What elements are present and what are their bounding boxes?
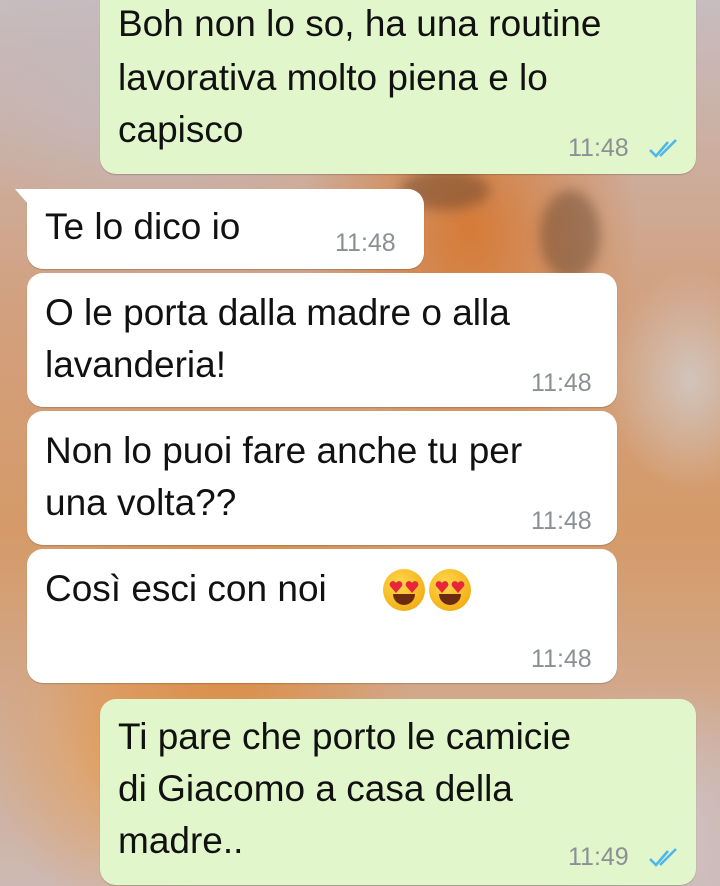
heart-eyes-emoji [429, 569, 471, 611]
message-text-line: Te lo dico io [45, 206, 241, 247]
heart-icon [435, 581, 449, 593]
heart-icon [389, 581, 403, 593]
heart-eyes-emoji [383, 569, 425, 611]
message-bubble-incoming[interactable]: O le porta dalla madre o alla lavanderia… [27, 273, 617, 407]
message-text-line: capisco [118, 109, 244, 150]
wallpaper-fox-marking [540, 190, 600, 280]
message-text-line: Così esci con noi [45, 568, 327, 609]
message-text-line: Non lo puoi fare anche tu per [45, 430, 523, 471]
message-timestamp: 11:49 [568, 843, 629, 871]
heart-icon [405, 581, 419, 593]
message-text-line: Boh non lo so, ha una routine [118, 3, 602, 44]
bubble-tail [15, 189, 29, 205]
message-bubble-outgoing[interactable]: Ti pare che porto le camicie di Giacomo … [100, 699, 696, 885]
message-text-line: lavorativa molto piena e lo [118, 57, 548, 98]
double-check-icon [649, 139, 677, 158]
message-text-line: una volta?? [45, 482, 237, 523]
emoji-mouth [439, 594, 461, 605]
double-check-icon [649, 848, 677, 867]
message-text-line: madre.. [118, 820, 244, 861]
message-bubble-outgoing[interactable]: Boh non lo so, ha una routine lavorativa… [100, 0, 696, 174]
emoji-group [383, 563, 479, 615]
message-text-line: Ti pare che porto le camicie [118, 716, 572, 757]
heart-icon [451, 581, 465, 593]
message-bubble-incoming[interactable]: Non lo puoi fare anche tu per una volta?… [27, 411, 617, 545]
message-timestamp: 11:48 [335, 229, 396, 257]
message-text-line: lavanderia! [45, 344, 227, 385]
message-text-line: O le porta dalla madre o alla [45, 292, 510, 333]
emoji-mouth [393, 594, 415, 605]
message-bubble-incoming[interactable]: Così esci con noi 11:48 [27, 549, 617, 683]
message-timestamp: 11:48 [568, 134, 629, 162]
message-text-line: di Giacomo a casa della [118, 768, 513, 809]
message-timestamp: 11:48 [531, 507, 592, 535]
message-timestamp: 11:48 [531, 369, 592, 397]
message-timestamp: 11:48 [531, 645, 592, 673]
message-bubble-incoming[interactable]: Te lo dico io 11:48 [15, 189, 424, 269]
